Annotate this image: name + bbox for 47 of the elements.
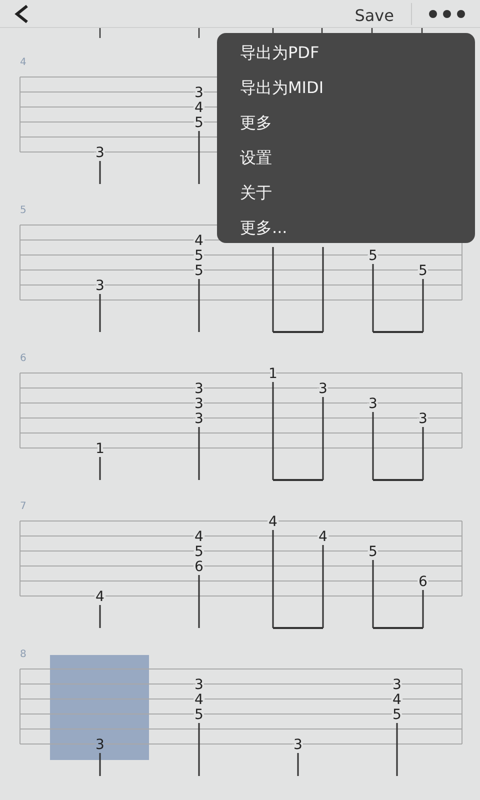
- fret-number: 6: [194, 559, 204, 575]
- measure-number: 6: [20, 352, 26, 366]
- fret-number: 5: [368, 248, 378, 264]
- fret-number: 3: [96, 145, 104, 161]
- menu-item[interactable]: 关于: [217, 175, 475, 210]
- menu-item[interactable]: 设置: [217, 140, 475, 175]
- fret-number: 3: [392, 677, 402, 693]
- fret-number: 5: [418, 263, 428, 279]
- fret-number: 4: [318, 529, 328, 545]
- fret-number: 1: [268, 366, 278, 382]
- more-icon[interactable]: [428, 8, 466, 18]
- fret-number: 5: [194, 544, 204, 560]
- fret-number: 3: [194, 381, 204, 397]
- fret-number: 4: [268, 514, 278, 530]
- fret-number: 3: [96, 278, 104, 294]
- fret-number: 4: [392, 692, 402, 708]
- fret-number: 3: [194, 411, 204, 427]
- fret-number: 1: [96, 441, 104, 457]
- menu-item[interactable]: 更多...: [217, 210, 475, 245]
- fret-number: 3: [194, 677, 204, 693]
- fret-number: 3: [294, 737, 302, 753]
- fret-number: 3: [194, 396, 204, 412]
- menu-item[interactable]: 导出为MIDI: [217, 70, 475, 105]
- measure-number: 4: [20, 56, 26, 70]
- fret-number: 5: [194, 707, 204, 723]
- fret-number: 5: [194, 263, 204, 279]
- fret-number: 6: [418, 574, 428, 590]
- measure-number: 5: [20, 204, 26, 218]
- fret-number: 5: [194, 115, 204, 131]
- fret-number: 5: [392, 707, 402, 723]
- menu-item[interactable]: 导出为PDF: [217, 35, 475, 70]
- fret-number: 5: [368, 544, 378, 560]
- fret-number: 3: [318, 381, 328, 397]
- fret-number: 3: [418, 411, 428, 427]
- measure-number: 8: [20, 648, 26, 662]
- save-button[interactable]: Save: [354, 6, 394, 25]
- fret-number: 4: [194, 529, 204, 545]
- measure-number: 7: [20, 500, 26, 514]
- fret-number: 3: [368, 396, 378, 412]
- menu-item[interactable]: 更多: [217, 105, 475, 140]
- fret-number: 3: [194, 85, 204, 101]
- fret-number: 5: [194, 248, 204, 264]
- fret-number: 4: [96, 589, 104, 605]
- fret-number: 3: [96, 737, 104, 753]
- fret-number: 4: [194, 233, 204, 249]
- fret-number: 4: [194, 692, 204, 708]
- fret-number: 4: [194, 100, 204, 116]
